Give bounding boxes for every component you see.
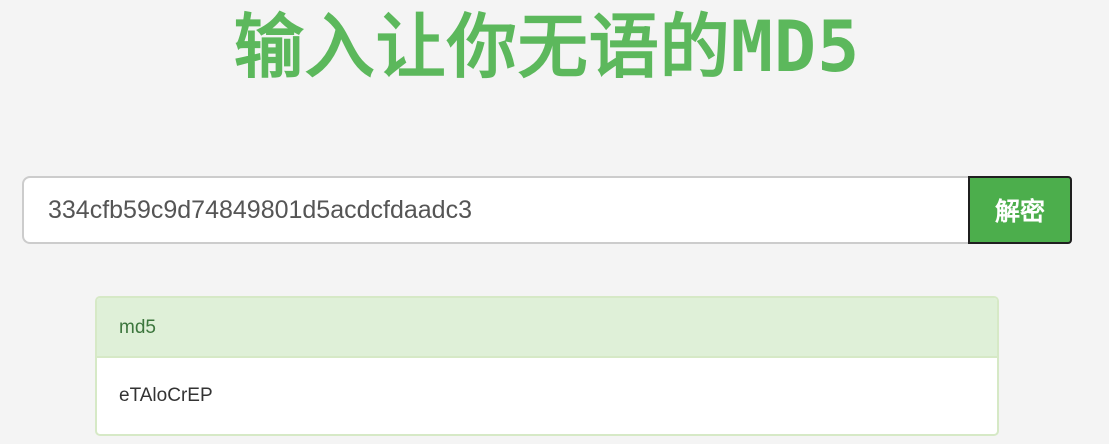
- search-form: 解密: [22, 176, 1072, 244]
- md5-hash-input[interactable]: [22, 176, 968, 244]
- result-panel-heading: md5: [97, 298, 997, 358]
- result-panel-value: eTAloCrEP: [119, 385, 213, 406]
- page-title: 输入让你无语的MD5: [233, 6, 861, 88]
- decrypt-button[interactable]: 解密: [968, 176, 1072, 244]
- result-panel: md5 eTAloCrEP: [95, 296, 999, 436]
- page: 输入让你无语的MD5 解密 md5 eTAloCrEP: [0, 0, 1109, 444]
